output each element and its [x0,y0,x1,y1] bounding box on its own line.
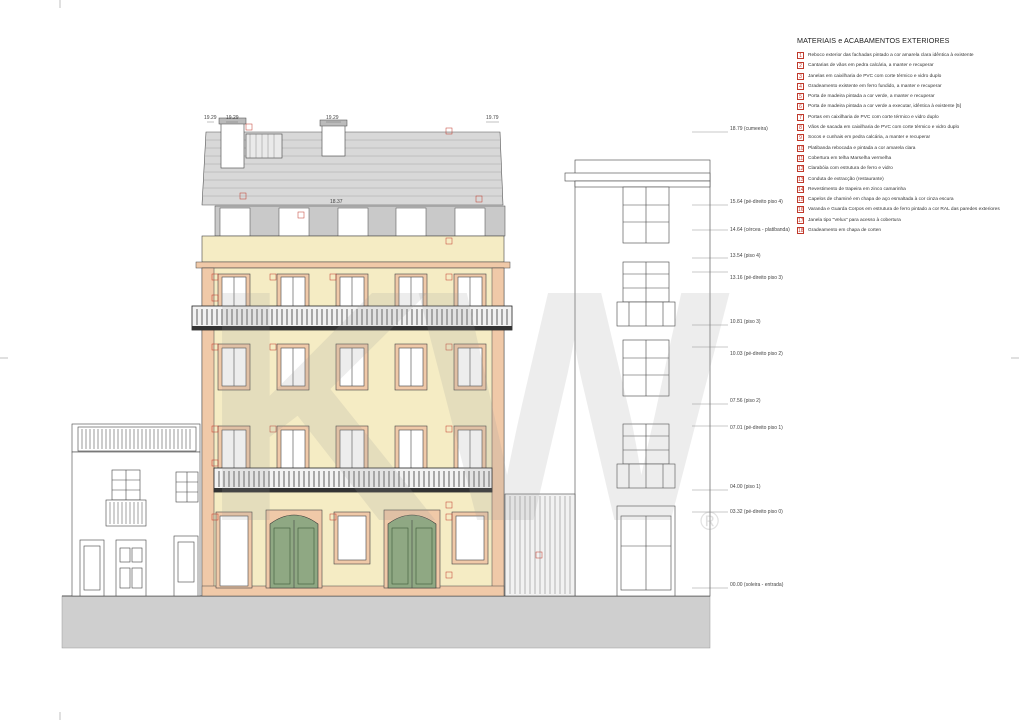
legend-item-text: Reboco exterior das fachadas pintado a c… [808,53,974,58]
level-piso2: 07.56 (piso 2) [730,398,761,404]
legend-item-text: Platibanda rebocada e pintada a cor amar… [808,145,916,151]
legend-item-number: 14 [797,185,804,193]
legend-item-number: 16 [797,206,804,214]
legend-item: 2 Cantarias de vãos em pedra calcária, a … [797,62,1013,72]
left-neighbour-building [71,423,201,597]
legend-item: 5 Porta de madeira pintada a cor verde, a… [797,93,1013,103]
legend-item-number: 11 [797,154,804,162]
legend-item-number: 12 [797,165,804,173]
kw-watermark: KW [200,221,733,590]
roof-height-right: 19.79 [486,115,499,121]
legend-item-number: 17 [797,216,804,224]
legend-item-text: Vãos de sacada em caixilharia de PVC com… [808,125,960,131]
legend-item-text: Conduta de extracção (restaurante) [808,176,884,182]
legend-item-text: Cantarias de vãos em pedra calcária, a m… [808,63,934,69]
legend-item: 7 Portas em caixilharia de PVC com corte … [797,113,1013,124]
legend-item-text: Gradeamento existente em ferro fundido, … [808,83,942,89]
legend-item-number: 8 [797,124,804,132]
roof-height-mid: 18.37 [330,199,343,205]
level-piso3: 10.81 (piso 3) [730,319,761,325]
legend-item-text: Janelas em caixilharia de PVC com corte … [808,73,942,79]
legend-item: 13 Conduta de extracção (restaurante) [797,175,1013,186]
legend-item-text: Clarabóia com estrutura de ferro e vidro [808,166,893,172]
legend-item: 6 Porta de madeira pintada a cor verde a … [797,103,1013,113]
legend-item-number: 9 [797,134,804,142]
legend-item: 10 Platibanda rebocada e pintada a cor am… [797,144,1013,155]
legend-item: 18 Gradeamento em chapa de corten [797,227,1013,237]
roof-height-center: 19.29 [326,115,339,121]
legend-item-number: 1 [797,52,804,59]
legend-item-number: 7 [797,113,804,121]
legend-item: 15 Capelos de chaminé em chapa de aço esm… [797,196,1013,206]
chimney-left [220,121,245,169]
materials-legend: MATERIAIS e ACABAMENTOS EXTERIORES 1 Rebo… [797,36,1013,237]
legend-item-number: 2 [797,62,804,70]
legend-item-text: Revestimento de trapeira em zinco camari… [808,186,906,192]
level-soleira: 00.00 (soleira - entrada) [730,582,784,588]
legend-item-number: 18 [797,227,804,235]
legend-item-number: 10 [797,144,804,152]
level-pe-direito-piso4: 15.64 (pé-direito piso 4) [730,199,783,205]
legend-item-number: 4 [797,82,804,90]
legend-item: 12 Clarabóia com estrutura de ferro e vid… [797,165,1013,175]
legend-item: 14 Revestimento de trapeira em zinco cama… [797,185,1013,196]
legend-item-text: Portas em caixilharia de PVC com corte t… [808,114,939,120]
chimney-center [321,123,346,157]
legend-item: 17 Janela tipo "Velux" para acesso à cobe… [797,216,1013,227]
roof-height-left-b: 19.29 [226,115,239,121]
skylight [245,133,283,159]
roof-height-left-a: 19.29 [204,115,217,121]
legend-item-number: 3 [797,72,804,80]
legend-title: MATERIAIS e ACABAMENTOS EXTERIORES [797,36,950,45]
legend-item-text: Janela tipo "Velux" para acesso à cobert… [808,217,901,223]
kw-watermark-mark: ® [700,506,719,536]
legend-item-text: Socos e cunhais em pedra calcária, a man… [808,135,931,141]
legend-item: 8 Vãos de sacada em caixilharia de PVC co… [797,124,1013,134]
level-piso4: 13.54 (piso 4) [730,253,761,259]
level-pe-direito-piso3: 13.16 (pé-direito piso 3) [730,275,783,281]
ground [61,595,711,649]
legend-item-text: Porta de madeira pintada a cor verde a e… [808,104,962,110]
level-platibanda: 14.64 (cércea - platibanda) [730,227,790,233]
legend-item-text: Porta de madeira pintada a cor verde, a … [808,94,935,100]
legend-item-number: 6 [797,103,804,111]
legend-item-number: 15 [797,196,804,204]
legend-item-number: 5 [797,93,804,101]
legend-list: 1 Reboco exterior das fachadas pintado a … [797,52,1013,237]
level-pe-direito-piso0: 03.32 (pé-direito piso 0) [730,509,783,515]
level-pe-direito-piso2: 10.03 (pé-direito piso 2) [730,351,783,357]
legend-item-number: 13 [797,175,804,183]
legend-item: 9 Socos e cunhais em pedra calcária, a ma… [797,134,1013,144]
legend-item-text: Capelos de chaminé em chapa de aço esmal… [808,197,954,203]
legend-item: 4 Gradeamento existente em ferro fundido,… [797,82,1013,93]
level-cumeeira: 18.79 (cumeeira) [730,126,768,132]
legend-item: 1 Reboco exterior das fachadas pintado a … [797,52,1013,62]
legend-item: 3 Janelas em caixilharia de PVC com corte… [797,72,1013,83]
legend-item-text: Varanda e Guarda Corpos em estrutura de … [808,207,1000,213]
legend-item-text: Gradeamento em chapa de corten [808,228,882,234]
legend-item-text: Cobertura em telha Marselha vermelha [808,155,892,161]
level-pe-direito-piso1: 07.01 (pé-direito piso 1) [730,425,783,431]
legend-item: 16 Varanda e Guarda Corpos em estrutura d… [797,206,1013,216]
level-piso1: 04.00 (piso 1) [730,484,761,490]
legend-item: 11 Cobertura em telha Marselha vermelha [797,154,1013,165]
